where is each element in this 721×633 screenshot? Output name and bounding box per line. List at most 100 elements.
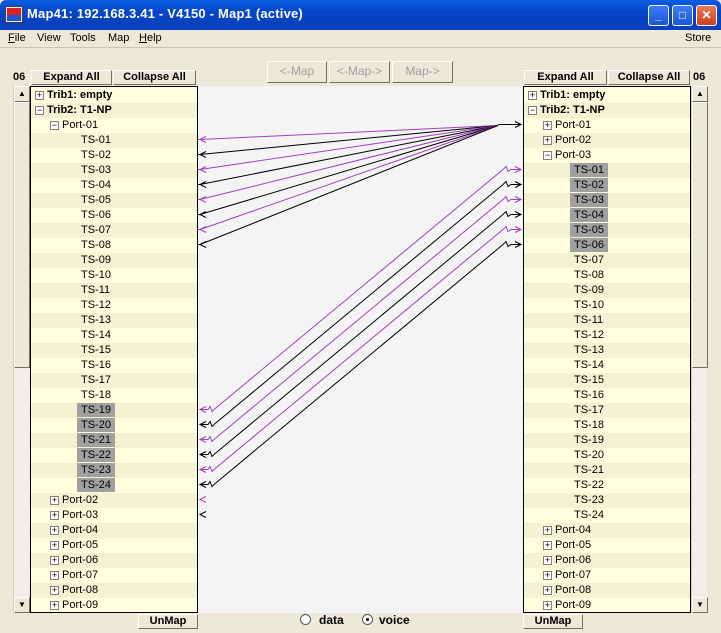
tree-row[interactable]: TS-03: [524, 193, 690, 208]
collapse-icon[interactable]: −: [528, 106, 537, 115]
tree-row[interactable]: TS-15: [524, 373, 690, 388]
expand-icon[interactable]: +: [50, 571, 59, 580]
tree-row[interactable]: − Trib2: T1-NP: [524, 103, 690, 118]
tree-row[interactable]: TS-05: [31, 193, 197, 208]
tree-row[interactable]: TS-05: [524, 223, 690, 238]
tree-row[interactable]: + Port-04: [524, 523, 690, 538]
tree-row[interactable]: TS-22: [31, 448, 197, 463]
tree-row[interactable]: + Port-08: [524, 583, 690, 598]
voice-radio-label[interactable]: voice: [379, 613, 410, 627]
tree-row[interactable]: + Port-02: [524, 133, 690, 148]
tree-row[interactable]: + Port-06: [524, 553, 690, 568]
scroll-thumb[interactable]: [692, 102, 708, 368]
tree-row[interactable]: + Port-06: [31, 553, 197, 568]
collapse-icon[interactable]: −: [50, 121, 59, 130]
expand-icon[interactable]: +: [543, 571, 552, 580]
tree-row[interactable]: TS-10: [31, 268, 197, 283]
tree-row[interactable]: + Port-01: [524, 118, 690, 133]
menu-help[interactable]: Help: [139, 32, 162, 44]
expand-icon[interactable]: +: [543, 601, 552, 610]
right-unmap-button[interactable]: UnMap: [523, 614, 583, 629]
tree-row[interactable]: TS-06: [524, 238, 690, 253]
left-scrollbar[interactable]: ▲ ▼: [13, 86, 30, 613]
menu-view[interactable]: View: [37, 32, 61, 44]
tree-row[interactable]: + Port-02: [31, 493, 197, 508]
tree-row[interactable]: TS-16: [524, 388, 690, 403]
tree-row[interactable]: TS-07: [31, 223, 197, 238]
menu-tools[interactable]: Tools: [70, 32, 96, 44]
expand-icon[interactable]: +: [50, 511, 59, 520]
scroll-thumb[interactable]: [14, 102, 30, 368]
tree-row[interactable]: TS-13: [524, 343, 690, 358]
left-expand-all-button[interactable]: Expand All: [31, 70, 112, 85]
map-left-button[interactable]: <-Map: [267, 61, 327, 83]
tree-row[interactable]: TS-21: [31, 433, 197, 448]
tree-row[interactable]: TS-19: [31, 403, 197, 418]
collapse-icon[interactable]: −: [543, 151, 552, 160]
tree-row[interactable]: TS-24: [31, 478, 197, 493]
tree-row[interactable]: − Port-03: [524, 148, 690, 163]
expand-icon[interactable]: +: [35, 91, 44, 100]
tree-row[interactable]: TS-03: [31, 163, 197, 178]
tree-row[interactable]: + Port-07: [524, 568, 690, 583]
app-icon[interactable]: [5, 6, 23, 23]
tree-row[interactable]: TS-04: [31, 178, 197, 193]
tree-row[interactable]: TS-23: [524, 493, 690, 508]
tree-row[interactable]: + Port-08: [31, 583, 197, 598]
tree-row[interactable]: TS-09: [524, 283, 690, 298]
map-canvas[interactable]: [198, 86, 523, 613]
map-right-button[interactable]: Map->: [392, 61, 453, 83]
expand-icon[interactable]: +: [528, 91, 537, 100]
menu-map[interactable]: Map: [108, 32, 129, 44]
scroll-up-icon[interactable]: ▲: [692, 86, 708, 102]
tree-row[interactable]: TS-02: [524, 178, 690, 193]
expand-icon[interactable]: +: [543, 586, 552, 595]
tree-row[interactable]: TS-09: [31, 253, 197, 268]
tree-row[interactable]: TS-20: [31, 418, 197, 433]
tree-row[interactable]: TS-11: [524, 313, 690, 328]
tree-row[interactable]: + Port-03: [31, 508, 197, 523]
scroll-down-icon[interactable]: ▼: [692, 597, 708, 613]
expand-icon[interactable]: +: [50, 586, 59, 595]
tree-row[interactable]: TS-24: [524, 508, 690, 523]
tree-row[interactable]: TS-17: [524, 403, 690, 418]
tree-row[interactable]: TS-02: [31, 148, 197, 163]
tree-row[interactable]: + Port-04: [31, 523, 197, 538]
left-unmap-button[interactable]: UnMap: [138, 614, 198, 629]
expand-icon[interactable]: +: [543, 136, 552, 145]
map-both-button[interactable]: <-Map->: [329, 61, 390, 83]
right-scrollbar[interactable]: ▲ ▼: [691, 86, 708, 613]
tree-row[interactable]: TS-10: [524, 298, 690, 313]
tree-row[interactable]: + Port-05: [31, 538, 197, 553]
tree-row[interactable]: − Port-01: [31, 118, 197, 133]
voice-radio[interactable]: [362, 614, 373, 625]
tree-row[interactable]: TS-22: [524, 478, 690, 493]
tree-row[interactable]: − Trib2: T1-NP: [31, 103, 197, 118]
tree-row[interactable]: TS-15: [31, 343, 197, 358]
expand-icon[interactable]: +: [543, 121, 552, 130]
expand-icon[interactable]: +: [50, 526, 59, 535]
expand-icon[interactable]: +: [50, 556, 59, 565]
tree-row[interactable]: + Trib1: empty: [31, 88, 197, 103]
tree-row[interactable]: TS-01: [31, 133, 197, 148]
tree-row[interactable]: TS-08: [524, 268, 690, 283]
right-collapse-all-button[interactable]: Collapse All: [608, 70, 690, 85]
tree-row[interactable]: TS-13: [31, 313, 197, 328]
tree-row[interactable]: TS-11: [31, 283, 197, 298]
tree-row[interactable]: TS-07: [524, 253, 690, 268]
tree-row[interactable]: TS-21: [524, 463, 690, 478]
tree-row[interactable]: TS-23: [31, 463, 197, 478]
minimize-button[interactable]: _: [648, 5, 669, 26]
scroll-up-icon[interactable]: ▲: [14, 86, 30, 102]
tree-row[interactable]: TS-16: [31, 358, 197, 373]
tree-row[interactable]: TS-19: [524, 433, 690, 448]
tree-row[interactable]: TS-12: [31, 298, 197, 313]
expand-icon[interactable]: +: [543, 541, 552, 550]
menu-file[interactable]: File: [8, 32, 26, 44]
tree-row[interactable]: TS-18: [31, 388, 197, 403]
tree-row[interactable]: TS-18: [524, 418, 690, 433]
tree-row[interactable]: TS-06: [31, 208, 197, 223]
expand-icon[interactable]: +: [50, 496, 59, 505]
data-radio-label[interactable]: data: [319, 613, 344, 627]
left-collapse-all-button[interactable]: Collapse All: [113, 70, 196, 85]
